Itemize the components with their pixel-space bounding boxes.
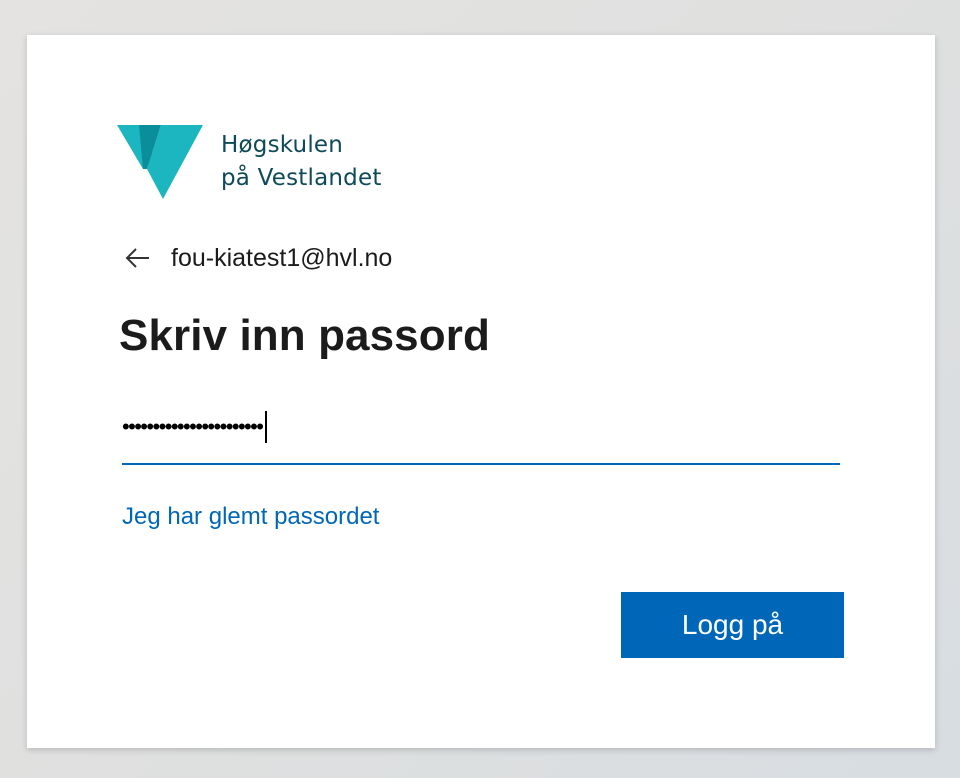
- login-card: Høgskulen på Vestlandet fou-kiatest1@hvl…: [27, 35, 935, 748]
- sign-in-button[interactable]: Logg på: [621, 592, 844, 658]
- forgot-password-link[interactable]: Jeg har glemt passordet: [122, 503, 379, 531]
- identity-banner: fou-kiatest1@hvl.no: [123, 240, 392, 276]
- password-input[interactable]: [122, 407, 840, 465]
- logo-line-2: på Vestlandet: [221, 165, 382, 191]
- arrow-left-icon[interactable]: [123, 243, 153, 273]
- page-title: Skriv inn passord: [119, 311, 490, 360]
- hvl-logo-mark-icon: [117, 125, 203, 199]
- logo-wordmark: Høgskulen på Vestlandet: [221, 129, 382, 195]
- logo-line-1: Høgskulen: [221, 132, 344, 158]
- hvl-logo: Høgskulen på Vestlandet: [117, 125, 417, 205]
- identity-email: fou-kiatest1@hvl.no: [171, 243, 393, 272]
